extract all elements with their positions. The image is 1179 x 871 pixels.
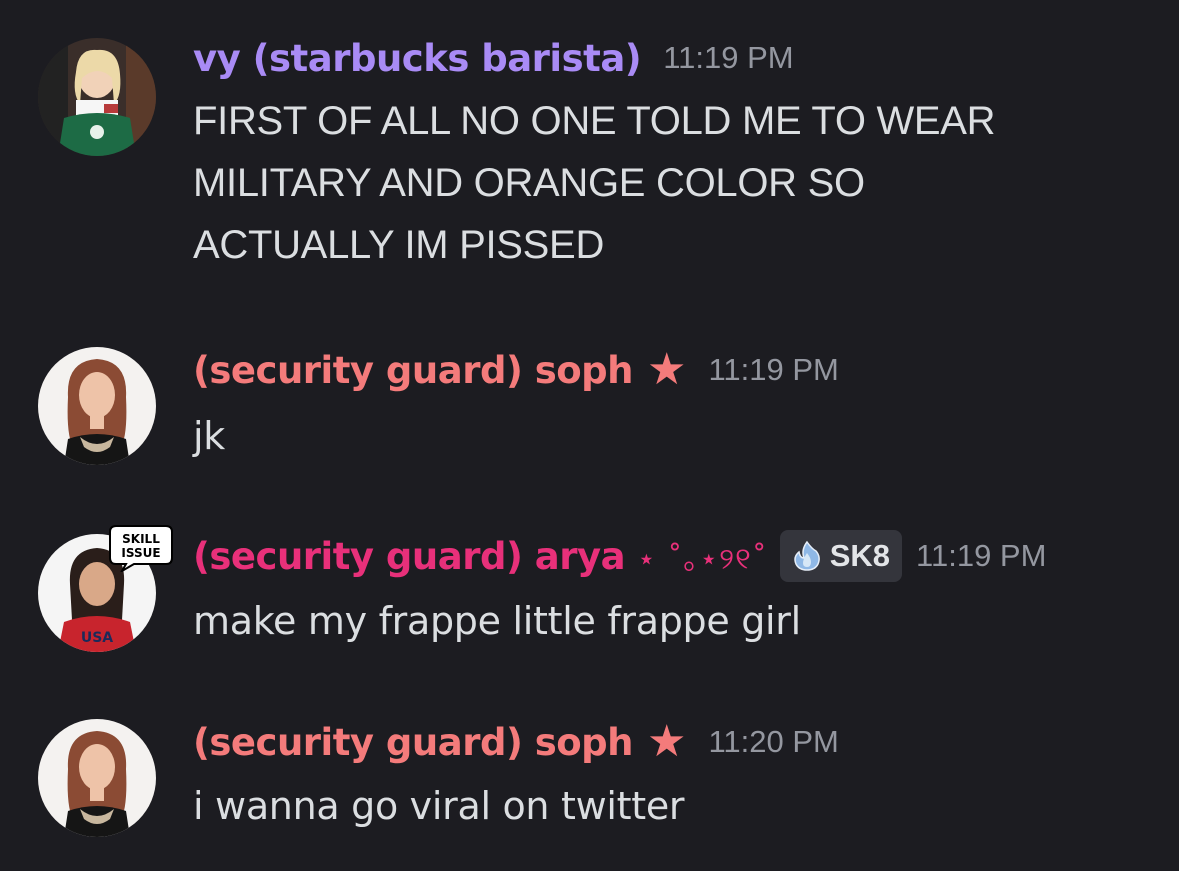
username[interactable]: (security guard) soph — [193, 721, 634, 764]
skill-badge-line: SKILL — [122, 532, 160, 546]
avatar[interactable] — [38, 347, 156, 465]
timestamp: 11:19 PM — [663, 40, 794, 75]
message-header: (security guard) soph ★ 11:19 PM — [193, 340, 839, 400]
message-line: MILITARY AND ORANGE COLOR SO — [193, 161, 865, 205]
guild-tag-label: SK8 — [829, 538, 891, 573]
blue-flame-icon — [793, 540, 820, 571]
message-header: vy (starbucks barista) 11:19 PM — [193, 30, 794, 86]
timestamp: 11:20 PM — [708, 724, 839, 759]
username[interactable]: (security guard) soph — [193, 349, 634, 392]
message-content: FIRST OF ALL NO ONE TOLD ME TO WEAR MILI… — [193, 90, 1093, 276]
chat-message-list: vy (starbucks barista) 11:19 PM FIRST OF… — [0, 0, 1179, 871]
message-header: (security guard) soph ★ 11:20 PM — [193, 712, 839, 772]
avatar[interactable] — [38, 38, 156, 156]
name-decoration: ⋆ ˚｡⋆୨୧˚ — [637, 542, 768, 577]
message-line: ACTUALLY IM PISSED — [193, 223, 605, 267]
message-content: make my frappe little frappe girl — [193, 590, 1093, 652]
svg-text:USA: USA — [81, 630, 113, 646]
timestamp: 11:19 PM — [708, 352, 839, 387]
skill-badge-line: ISSUE — [121, 546, 160, 560]
star-icon: ★ — [647, 717, 687, 766]
username[interactable]: vy (starbucks barista) — [193, 37, 642, 80]
timestamp: 11:19 PM — [916, 538, 1047, 573]
message-header: (security guard) arya ⋆ ˚｡⋆୨୧˚ SK8 11:19… — [193, 526, 1046, 586]
message-content: jk — [193, 405, 1093, 467]
avatar[interactable] — [38, 719, 156, 837]
message-content: i wanna go viral on twitter — [193, 775, 1093, 837]
message-line: FIRST OF ALL NO ONE TOLD ME TO WEAR — [193, 99, 996, 143]
message-line: make my frappe little frappe girl — [193, 599, 801, 643]
skill-issue-badge-icon: SKILL ISSUE — [109, 525, 173, 572]
message-line: i wanna go viral on twitter — [193, 784, 685, 828]
username[interactable]: (security guard) arya — [193, 535, 626, 578]
guild-tag[interactable]: SK8 — [779, 530, 903, 582]
star-icon: ★ — [647, 345, 687, 394]
message-line: jk — [193, 414, 225, 458]
